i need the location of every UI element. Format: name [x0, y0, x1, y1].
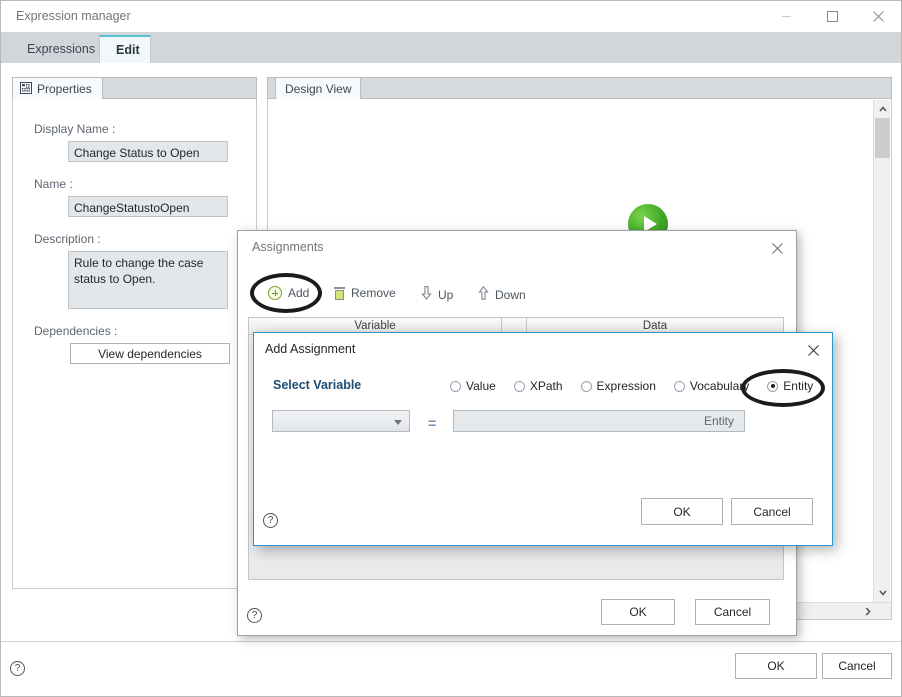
scroll-up-icon[interactable] — [874, 100, 891, 117]
minimize-icon[interactable] — [763, 1, 809, 32]
equals-sign: = — [428, 415, 437, 431]
select-variable-label: Select Variable — [273, 378, 362, 392]
radio-vocabulary-icon[interactable] — [673, 380, 685, 392]
radio-value-icon[interactable] — [450, 380, 461, 392]
remove-button-label: Remove — [351, 286, 396, 300]
main-tab-strip: Expressions Edit — [1, 32, 901, 63]
variable-dropdown[interactable] — [272, 410, 410, 432]
scroll-right-icon[interactable] — [859, 603, 876, 619]
add-assignment-title: Add Assignment — [265, 342, 356, 356]
radio-entity-label: Entity — [783, 379, 814, 393]
add-assignment-help-icon[interactable]: ? — [263, 513, 278, 528]
window-footer: ? OK Cancel — [1, 641, 901, 696]
up-button-label: Up — [438, 287, 454, 302]
assignments-cancel-button[interactable]: Cancel — [695, 599, 770, 625]
arrow-down-outline-icon — [421, 286, 432, 303]
entity-field[interactable]: Entity — [453, 410, 745, 432]
radio-xpath-label: XPath — [529, 379, 563, 393]
display-name-label: Display Name : — [34, 122, 116, 136]
scrollbar-thumb[interactable] — [875, 118, 890, 158]
description-label: Description : — [34, 232, 101, 246]
dependencies-label: Dependencies : — [34, 324, 118, 338]
view-dependencies-button[interactable]: View dependencies — [70, 343, 230, 364]
window-title: Expression manager — [16, 9, 131, 23]
radio-entity-icon[interactable] — [767, 380, 779, 392]
radio-xpath[interactable]: XPath — [513, 379, 563, 393]
design-vertical-scrollbar[interactable] — [873, 100, 890, 619]
add-assignment-cancel-button[interactable]: Cancel — [731, 498, 813, 525]
assignment-type-radio-group: Value XPath Expression Vocabulary Entity — [450, 379, 813, 393]
tab-expressions[interactable]: Expressions — [11, 35, 99, 63]
expression-manager-window: Expression manager Expressions Edit Prop… — [0, 0, 902, 697]
tab-design-view-label: Design View — [285, 82, 352, 96]
radio-entity[interactable]: Entity — [767, 379, 813, 393]
tab-properties[interactable]: Properties — [13, 78, 103, 100]
scroll-down-icon[interactable] — [874, 584, 891, 601]
down-button[interactable]: Down — [478, 285, 526, 303]
add-icon — [268, 286, 282, 300]
down-button-label: Down — [495, 287, 526, 302]
arrow-up-outline-icon — [478, 285, 489, 303]
radio-expression-label: Expression — [596, 379, 656, 393]
chevron-down-icon — [394, 420, 402, 425]
help-icon[interactable]: ? — [10, 661, 25, 676]
properties-icon — [20, 81, 32, 97]
properties-pane: Properties Display Name : Change Status … — [12, 77, 257, 642]
tab-edit-label: Edit — [116, 43, 140, 57]
tab-properties-label: Properties — [37, 82, 92, 96]
radio-value[interactable]: Value — [450, 379, 496, 393]
assignments-dialog-title: Assignments — [252, 240, 324, 254]
remove-button[interactable]: Remove — [334, 286, 396, 300]
ok-button[interactable]: OK — [735, 653, 817, 679]
cancel-button[interactable]: Cancel — [822, 653, 892, 679]
add-assignment-ok-button[interactable]: OK — [641, 498, 723, 525]
tab-edit[interactable]: Edit — [99, 35, 151, 63]
design-tab-bar: Design View — [267, 77, 892, 100]
description-field[interactable]: Rule to change the case status to Open. — [68, 251, 228, 309]
radio-expression-icon[interactable] — [580, 380, 592, 392]
name-field[interactable]: ChangeStatustoOpen — [68, 196, 228, 217]
name-label: Name : — [34, 177, 73, 191]
add-assignment-dialog: Add Assignment Select Variable Value XPa… — [253, 332, 833, 546]
assignments-close-icon[interactable] — [762, 235, 792, 261]
radio-vocabulary[interactable]: Vocabulary — [673, 379, 750, 393]
close-icon[interactable] — [855, 1, 901, 32]
assignments-help-icon[interactable]: ? — [247, 608, 262, 623]
radio-xpath-icon[interactable] — [513, 380, 525, 392]
radio-value-label: Value — [466, 379, 496, 393]
radio-vocabulary-label: Vocabulary — [689, 379, 750, 393]
properties-body: Display Name : Change Status to Open Nam… — [12, 99, 257, 589]
window-controls — [763, 1, 901, 32]
assignments-ok-button[interactable]: OK — [601, 599, 675, 625]
radio-expression[interactable]: Expression — [580, 379, 656, 393]
add-button-label: Add — [288, 286, 310, 300]
display-name-field[interactable]: Change Status to Open — [68, 141, 228, 162]
add-button[interactable]: Add — [268, 286, 309, 300]
properties-tab-bar: Properties — [12, 77, 257, 100]
title-bar: Expression manager — [1, 1, 901, 32]
tab-expressions-label: Expressions — [27, 42, 96, 56]
maximize-icon[interactable] — [809, 1, 855, 32]
trash-icon — [334, 286, 345, 300]
tab-design-view[interactable]: Design View — [275, 78, 362, 100]
add-assignment-close-icon[interactable] — [798, 337, 828, 363]
up-button[interactable]: Up — [421, 286, 453, 303]
